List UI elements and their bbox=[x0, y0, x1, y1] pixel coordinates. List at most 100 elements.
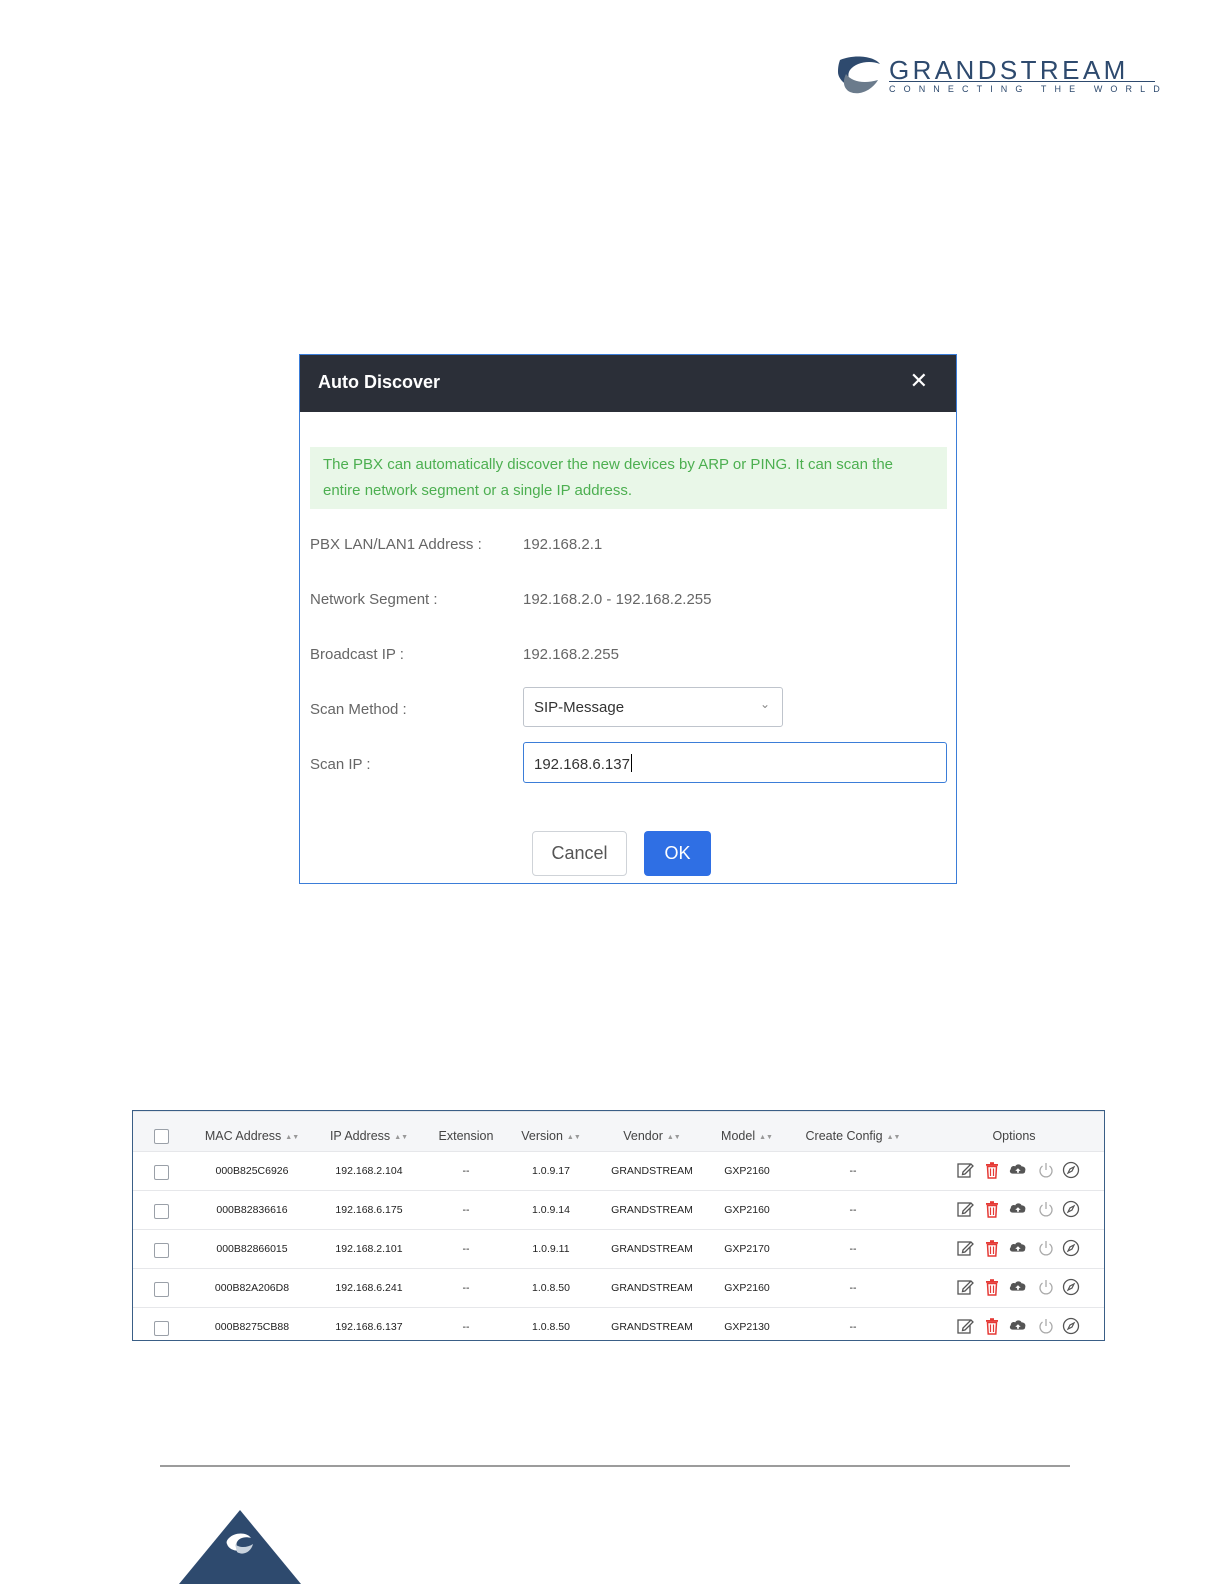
scan-ip-label: Scan IP : bbox=[310, 756, 371, 773]
auto-discover-dialog: Auto Discover ✕ The PBX can automaticall… bbox=[299, 354, 957, 884]
scan-ip-value: 192.168.6.137 bbox=[534, 756, 630, 773]
cloud-upload-icon[interactable] bbox=[1009, 1161, 1027, 1179]
ok-button[interactable]: OK bbox=[644, 831, 711, 876]
column-header-extension: Extension bbox=[438, 1129, 494, 1143]
scan-method-value: SIP-Message bbox=[534, 699, 625, 716]
compass-icon[interactable] bbox=[1062, 1317, 1080, 1335]
brand-divider bbox=[889, 81, 1155, 82]
cell-model: GXP2160 bbox=[724, 1204, 770, 1216]
cancel-button[interactable]: Cancel bbox=[532, 831, 627, 876]
column-header-model[interactable]: Model ▲▼ bbox=[721, 1129, 773, 1143]
lan-address-label: PBX LAN/LAN1 Address : bbox=[310, 536, 482, 553]
footer-divider bbox=[160, 1465, 1070, 1467]
grandstream-swoosh-icon bbox=[838, 56, 880, 94]
grandstream-logo: GRANDSTREAM CONNECTING THE WORLD bbox=[834, 52, 1164, 100]
cloud-upload-icon[interactable] bbox=[1009, 1239, 1027, 1257]
cell-ip: 192.168.6.137 bbox=[335, 1321, 403, 1333]
sort-icon: ▲▼ bbox=[886, 1134, 901, 1141]
cell-vendor: GRANDSTREAM bbox=[611, 1243, 693, 1255]
table-row: 000B82836616 192.168.6.175 -- 1.0.9.14 GRAND… bbox=[133, 1190, 1104, 1230]
compass-icon[interactable] bbox=[1062, 1200, 1080, 1218]
edit-icon[interactable] bbox=[956, 1317, 974, 1335]
cell-extension: -- bbox=[462, 1243, 470, 1255]
cell-ip: 192.168.6.175 bbox=[335, 1204, 403, 1216]
column-header-vendor[interactable]: Vendor ▲▼ bbox=[623, 1129, 680, 1143]
power-icon[interactable] bbox=[1037, 1239, 1055, 1257]
column-header-version[interactable]: Version ▲▼ bbox=[521, 1129, 581, 1143]
sort-icon: ▲▼ bbox=[666, 1134, 681, 1141]
power-icon[interactable] bbox=[1037, 1200, 1055, 1218]
broadcast-ip-value: 192.168.2.255 bbox=[523, 646, 619, 663]
column-header-mac[interactable]: MAC Address ▲▼ bbox=[205, 1129, 299, 1143]
sort-icon: ▲▼ bbox=[759, 1134, 773, 1141]
lan-address-value: 192.168.2.1 bbox=[523, 536, 603, 553]
scan-method-label: Scan Method : bbox=[310, 701, 407, 718]
broadcast-ip-label: Broadcast IP : bbox=[310, 646, 404, 663]
sort-icon: ▲▼ bbox=[566, 1134, 581, 1141]
cell-create-config: -- bbox=[849, 1165, 857, 1177]
cell-mac: 000B82866015 bbox=[216, 1243, 288, 1255]
row-checkbox[interactable] bbox=[154, 1282, 169, 1297]
cell-create-config: -- bbox=[849, 1204, 857, 1216]
cloud-upload-icon[interactable] bbox=[1009, 1317, 1027, 1335]
cloud-upload-icon[interactable] bbox=[1009, 1278, 1027, 1296]
power-icon[interactable] bbox=[1037, 1161, 1055, 1179]
delete-icon[interactable] bbox=[983, 1161, 1001, 1179]
compass-icon[interactable] bbox=[1062, 1161, 1080, 1179]
cell-mac: 000B82A206D8 bbox=[214, 1282, 290, 1294]
cloud-upload-icon[interactable] bbox=[1009, 1200, 1027, 1218]
devices-table: MAC Address ▲▼ IP Address ▲▼ Extension Ver… bbox=[132, 1110, 1105, 1341]
scan-ip-input[interactable]: 192.168.6.137 bbox=[523, 742, 947, 783]
cell-version: 1.0.9.17 bbox=[532, 1165, 570, 1177]
info-notice: The PBX can automatically discover the n… bbox=[310, 447, 947, 509]
table-row: 000B82866015 192.168.2.101 -- 1.0.9.11 GRAND… bbox=[133, 1229, 1104, 1269]
edit-icon[interactable] bbox=[956, 1200, 974, 1218]
sort-icon: ▲▼ bbox=[285, 1134, 300, 1141]
column-header-ip[interactable]: IP Address ▲▼ bbox=[330, 1129, 408, 1143]
network-segment-label: Network Segment : bbox=[310, 591, 438, 608]
row-checkbox[interactable] bbox=[154, 1321, 169, 1336]
compass-icon[interactable] bbox=[1062, 1278, 1080, 1296]
select-all-checkbox[interactable] bbox=[154, 1129, 169, 1144]
cell-create-config: -- bbox=[849, 1321, 857, 1333]
delete-icon[interactable] bbox=[983, 1317, 1001, 1335]
cell-version: 1.0.9.14 bbox=[532, 1204, 570, 1216]
close-icon[interactable]: ✕ bbox=[910, 369, 928, 393]
scan-method-select[interactable]: SIP-Message ⌄ bbox=[523, 687, 783, 727]
cell-mac: 000B825C6926 bbox=[215, 1165, 289, 1177]
cell-vendor: GRANDSTREAM bbox=[611, 1165, 693, 1177]
brand-tagline: CONNECTING THE WORLD bbox=[889, 84, 1168, 94]
compass-icon[interactable] bbox=[1062, 1239, 1080, 1257]
cell-vendor: GRANDSTREAM bbox=[611, 1204, 693, 1216]
text-caret bbox=[630, 754, 632, 772]
cell-model: GXP2160 bbox=[724, 1282, 770, 1294]
delete-icon[interactable] bbox=[983, 1200, 1001, 1218]
cell-version: 1.0.9.11 bbox=[532, 1243, 570, 1255]
power-icon[interactable] bbox=[1037, 1278, 1055, 1296]
table-row: 000B82A206D8 192.168.6.241 -- 1.0.8.50 GRAND… bbox=[133, 1268, 1104, 1308]
footer-logo-triangle bbox=[179, 1510, 301, 1584]
row-checkbox[interactable] bbox=[154, 1204, 169, 1219]
edit-icon[interactable] bbox=[956, 1278, 974, 1296]
cell-extension: -- bbox=[462, 1321, 470, 1333]
cell-vendor: GRANDSTREAM bbox=[611, 1282, 693, 1294]
edit-icon[interactable] bbox=[956, 1239, 974, 1257]
row-checkbox[interactable] bbox=[154, 1243, 169, 1258]
column-header-create-config[interactable]: Create Config ▲▼ bbox=[806, 1129, 901, 1143]
cell-create-config: -- bbox=[849, 1282, 857, 1294]
network-segment-value: 192.168.2.0 - 192.168.2.255 bbox=[523, 591, 712, 608]
chevron-down-icon: ⌄ bbox=[759, 697, 770, 711]
delete-icon[interactable] bbox=[983, 1239, 1001, 1257]
cell-ip: 192.168.6.241 bbox=[335, 1282, 403, 1294]
cell-create-config: -- bbox=[849, 1243, 857, 1255]
cell-version: 1.0.8.50 bbox=[532, 1282, 570, 1294]
power-icon[interactable] bbox=[1037, 1317, 1055, 1335]
cell-mac: 000B8275CB88 bbox=[214, 1321, 290, 1333]
dialog-header: Auto Discover ✕ bbox=[300, 355, 956, 412]
row-checkbox[interactable] bbox=[154, 1165, 169, 1180]
edit-icon[interactable] bbox=[956, 1161, 974, 1179]
cell-model: GXP2160 bbox=[724, 1165, 770, 1177]
delete-icon[interactable] bbox=[983, 1278, 1001, 1296]
cell-model: GXP2170 bbox=[724, 1243, 770, 1255]
dialog-title: Auto Discover bbox=[318, 372, 441, 392]
